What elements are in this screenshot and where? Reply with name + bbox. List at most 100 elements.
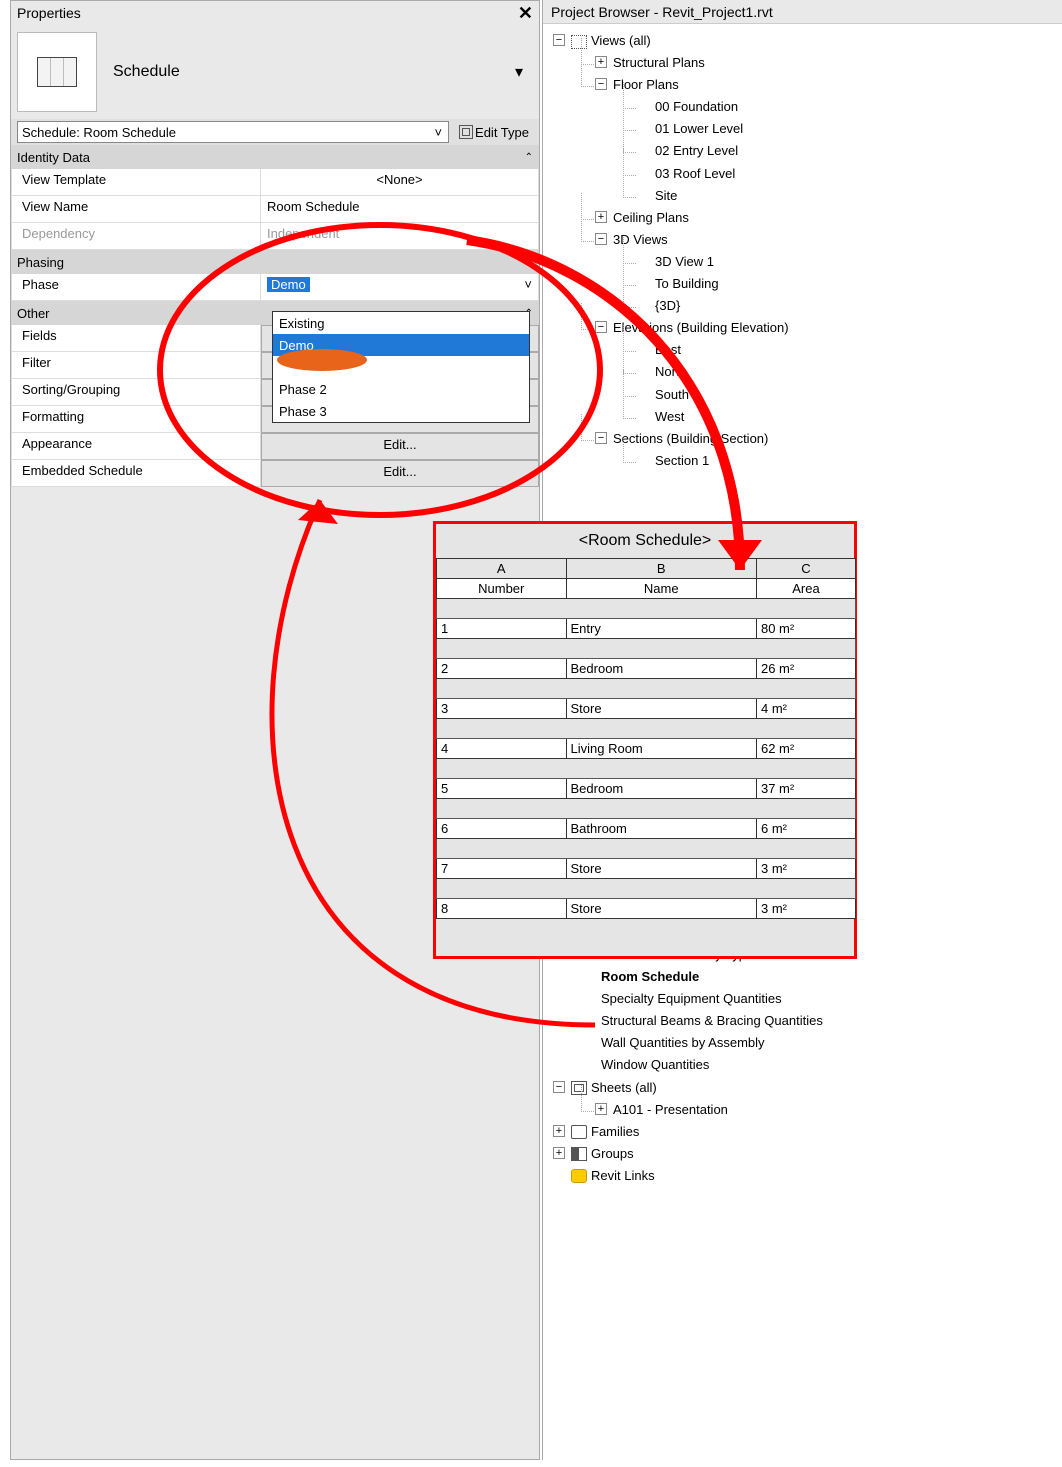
group-header-phasing[interactable]: Phasing ⌃ [11,250,539,274]
schedule-row[interactable]: 4Living Room62 m² [437,739,856,759]
phase-dropdown-popup: Existing Demo Phase 2 Phase 3 [272,311,530,423]
tree-item[interactable]: To Building [637,273,1060,295]
group-header-identity[interactable]: Identity Data ⌃ [11,145,539,169]
tree-item[interactable]: {3D} [637,295,1060,317]
room-schedule-preview: <Room Schedule> A B C Number Name Area 1… [433,521,857,959]
tree-ceiling-plans[interactable]: +Ceiling Plans [595,207,1060,229]
prop-view-template: View Template <None> [11,169,539,196]
tree-views-root[interactable]: −Views (all) +Structural Plans −Floor Pl… [553,30,1060,472]
expand-icon[interactable]: + [553,1125,565,1137]
tree-floor-plans[interactable]: −Floor Plans 00 Foundation 01 Lower Leve… [595,74,1060,207]
prop-phase: Phase Demo [11,274,539,301]
col-header: Area [756,579,855,599]
dependency-value: Independent [261,223,539,250]
close-icon[interactable]: ✕ [518,3,533,24]
expand-icon[interactable]: + [595,56,607,68]
tree-item[interactable]: North [637,361,1060,383]
schedule-row[interactable]: 2Bedroom26 m² [437,659,856,679]
tree-families[interactable]: +Families [553,1121,1060,1143]
schedule-table: A B C Number Name Area 1Entry80 m² 2Bedr… [436,558,856,919]
tree-item[interactable]: Structural Beams & Bracing Quantities [553,1010,1060,1032]
schedule-row[interactable]: 3Store4 m² [437,699,856,719]
tree-item[interactable]: Wall Quantities by Assembly [553,1032,1060,1054]
tree-revit-links[interactable]: Revit Links [553,1165,1060,1187]
col-header: Name [566,579,756,599]
phase-option[interactable] [273,356,529,378]
edit-type-button[interactable]: Edit Type [455,125,533,140]
schedule-title: <Room Schedule> [436,524,854,558]
tree-item[interactable]: 02 Entry Level [637,140,1060,162]
view-template-value[interactable]: <None> [261,169,539,196]
tree-3d-views[interactable]: −3D Views 3D View 1 To Building {3D} [595,229,1060,317]
phase-option[interactable]: Phase 3 [273,400,529,422]
expand-icon[interactable]: + [595,1103,607,1115]
fields-label: Fields [11,325,261,352]
collapse-icon[interactable]: − [595,78,607,90]
edit-type-label: Edit Type [475,125,529,140]
appearance-button[interactable]: Edit... [261,433,539,460]
instance-row: Schedule: Room Schedule Edit Type [11,119,539,145]
schedule-row[interactable]: 5Bedroom37 m² [437,779,856,799]
tree-item[interactable]: Section 1 [637,450,1060,472]
embedded-label: Embedded Schedule [11,460,261,487]
col-letter: A [437,559,567,579]
tree-item[interactable]: +A101 - Presentation [595,1099,1060,1121]
collapse-icon: ⌃ [525,257,533,268]
tree-item[interactable]: Specialty Equipment Quantities [553,988,1060,1010]
tree-item[interactable]: South [637,384,1060,406]
edit-type-icon [459,125,473,139]
instance-name: Schedule: Room Schedule [22,125,176,140]
families-icon [571,1125,587,1139]
phase-option[interactable]: Phase 2 [273,378,529,400]
properties-header: Properties ✕ [11,1,539,25]
phase-option-selected[interactable]: Demo [273,334,529,356]
chevron-down-icon[interactable]: ▾ [505,62,533,82]
tree-item[interactable]: 03 Roof Level [637,163,1060,185]
tree-item[interactable]: West [637,406,1060,428]
properties-title: Properties [17,5,81,21]
sorting-label: Sorting/Grouping [11,379,261,406]
tree-item[interactable]: 3D View 1 [637,251,1060,273]
links-icon [571,1169,587,1183]
collapse-icon[interactable]: − [595,321,607,333]
col-letter: C [756,559,855,579]
tree-item[interactable]: Site [637,185,1060,207]
instance-selector[interactable]: Schedule: Room Schedule [17,121,449,143]
tree-sheets[interactable]: −Sheets (all) +A101 - Presentation [553,1077,1060,1121]
tree-item[interactable]: East [637,339,1060,361]
type-name: Schedule [113,63,180,81]
groups-icon [571,1147,587,1161]
tree-item[interactable]: 01 Lower Level [637,118,1060,140]
filter-label: Filter [11,352,261,379]
col-letter: B [566,559,756,579]
tree-sections[interactable]: −Sections (Building Section) Section 1 [595,428,1060,472]
expand-icon[interactable]: + [595,211,607,223]
prop-view-name: View Name Room Schedule [11,196,539,223]
collapse-icon[interactable]: − [553,1081,565,1093]
collapse-icon: ⌃ [525,152,533,163]
schedule-row[interactable]: 1Entry80 m² [437,619,856,639]
tree-item-active[interactable]: Room Schedule [553,966,1060,988]
tree-item[interactable]: Window Quantities [553,1054,1060,1076]
embedded-button[interactable]: Edit... [261,460,539,487]
collapse-icon[interactable]: − [595,432,607,444]
phase-option[interactable]: Existing [273,312,529,334]
view-name-value[interactable]: Room Schedule [261,196,539,223]
project-browser-title: Project Browser - Revit_Project1.rvt [543,0,1062,24]
schedule-row[interactable]: 6Bathroom6 m² [437,819,856,839]
schedule-row[interactable]: 7Store3 m² [437,859,856,879]
tree-groups[interactable]: +Groups [553,1143,1060,1165]
tree-item[interactable]: 00 Foundation [637,96,1060,118]
formatting-label: Formatting [11,406,261,433]
tree-structural-plans[interactable]: +Structural Plans [595,52,1060,74]
schedule-row[interactable]: 8Store3 m² [437,899,856,919]
collapse-icon[interactable]: − [553,34,565,46]
type-selector[interactable]: Schedule ▾ [11,25,539,119]
collapse-icon[interactable]: − [595,233,607,245]
col-header: Number [437,579,567,599]
phase-dropdown[interactable]: Demo [261,274,539,301]
schedule-icon [17,32,97,112]
expand-icon[interactable]: + [553,1147,565,1159]
tree-elevations[interactable]: −Elevations (Building Elevation) East No… [595,317,1060,427]
prop-dependency: Dependency Independent [11,223,539,250]
